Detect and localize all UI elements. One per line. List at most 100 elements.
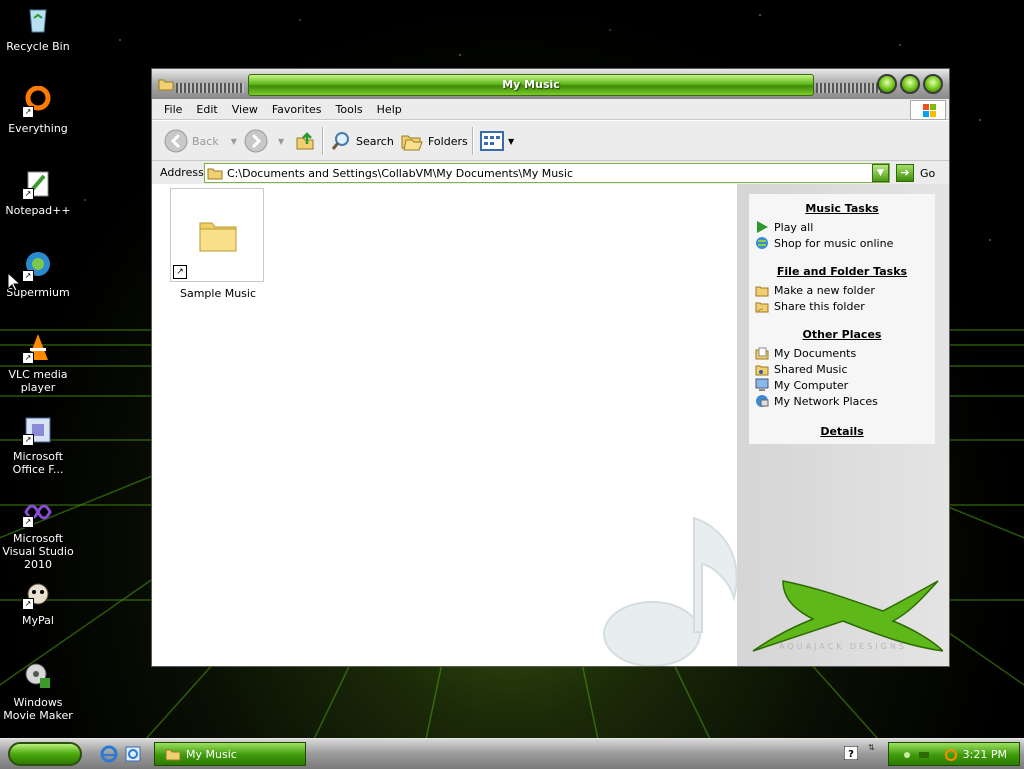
desktop-icon-notepad-plus-plus[interactable]: ↗ Notepad++ — [0, 168, 76, 217]
internet-explorer-icon[interactable] — [100, 745, 118, 763]
go-label: Go — [920, 166, 936, 180]
views-dropdown-icon: ▼ — [508, 136, 515, 146]
task-label: My Network Places — [774, 394, 878, 408]
shortcut-arrow-icon: ↗ — [22, 352, 34, 364]
clock[interactable]: 3:21 PM — [963, 748, 1007, 761]
back-arrow-icon — [164, 129, 188, 153]
task-label: My Documents — [774, 346, 857, 360]
help-icon[interactable]: ? — [843, 745, 859, 763]
minimize-button[interactable] — [877, 74, 897, 94]
computer-icon — [755, 378, 769, 391]
folder-music-icon — [158, 79, 174, 91]
window-title: My Music — [248, 74, 814, 96]
folders-button[interactable]: Folders — [400, 129, 468, 153]
menu-tools[interactable]: Tools — [336, 103, 363, 116]
go-button[interactable]: ➔ Go — [896, 164, 935, 182]
back-button[interactable]: Back ▼ — [164, 129, 237, 153]
place-my-documents[interactable]: My Documents — [749, 345, 935, 361]
task-play-all[interactable]: Play all — [749, 219, 935, 235]
place-my-computer[interactable]: My Computer — [749, 377, 935, 393]
taskbar: My Music ? ⇅ 3:21 PM — [0, 738, 1024, 769]
menu-help[interactable]: Help — [377, 103, 402, 116]
file-folder-tasks-heading[interactable]: File and Folder Tasks — [749, 265, 935, 278]
back-dropdown-icon[interactable]: ▼ — [231, 137, 237, 146]
folder-item-sample-music[interactable]: ↗ Sample Music — [170, 188, 266, 300]
up-folder-button[interactable] — [294, 129, 316, 153]
music-note-watermark-icon — [603, 516, 737, 666]
ie-alt-icon[interactable] — [124, 745, 142, 763]
forward-dropdown-icon[interactable]: ▼ — [278, 137, 284, 146]
place-my-network[interactable]: My Network Places — [749, 393, 935, 409]
desktop-icon-label: VLC media player — [8, 368, 68, 394]
shortcut-arrow-icon: ↗ — [22, 516, 34, 528]
documents-icon — [755, 347, 769, 360]
details-heading[interactable]: Details — [749, 425, 935, 438]
folders-label: Folders — [428, 134, 468, 148]
up-folder-icon — [296, 132, 314, 150]
task-label: Share this folder — [774, 299, 865, 313]
views-button[interactable]: ▼ — [480, 129, 514, 153]
quick-launch — [100, 745, 142, 763]
address-input[interactable]: C:\Documents and Settings\CollabVM\My Do… — [204, 163, 890, 183]
desktop-icon-label: Recycle Bin — [6, 40, 70, 53]
desktop-icon-label: Everything — [8, 122, 68, 135]
title-vents-left — [176, 83, 244, 93]
maximize-button[interactable] — [900, 74, 920, 94]
title-bar[interactable]: My Music — [152, 69, 949, 99]
desktop-icon-everything[interactable]: ↗ Everything — [0, 85, 76, 135]
folder-music-icon — [207, 168, 223, 180]
shortcut-arrow-icon: ↗ — [173, 265, 187, 279]
taskbar-item-my-music[interactable]: My Music — [154, 742, 306, 766]
menu-view[interactable]: View — [232, 103, 258, 116]
other-places-heading[interactable]: Other Places — [749, 328, 935, 341]
file-list-pane[interactable]: ↗ Sample Music — [152, 184, 737, 666]
aquajack-watermark: AQUAJACK DESIGNS — [779, 642, 907, 651]
address-value: C:\Documents and Settings\CollabVM\My Do… — [227, 166, 574, 180]
search-button[interactable]: Search — [330, 129, 394, 153]
task-label: My Computer — [774, 378, 849, 392]
movie-maker-icon — [22, 660, 54, 692]
supermium-icon: ↗ — [22, 250, 54, 282]
task-new-folder[interactable]: Make a new folder — [749, 282, 935, 298]
music-tasks-heading[interactable]: Music Tasks — [749, 202, 935, 215]
desktop-icon-vlc[interactable]: ↗ VLC media player — [0, 332, 76, 394]
address-dropdown-icon[interactable]: ▼ — [872, 164, 889, 182]
xbox-x-logo: AQUAJACK DESIGNS — [752, 580, 943, 652]
start-button[interactable] — [8, 742, 82, 766]
task-label: Shared Music — [774, 362, 848, 376]
toolbar: Back ▼ ▼ Search Folders ▼ — [152, 120, 949, 160]
task-panel: Music Tasks Play all Shop for music onli… — [749, 194, 935, 444]
mouse-cursor-icon — [7, 272, 21, 292]
shortcut-arrow-icon: ↗ — [22, 270, 34, 282]
desktop-icon-mypal[interactable]: ↗ MyPal — [0, 578, 76, 627]
forward-button[interactable]: ▼ — [244, 129, 284, 153]
folder-thumbnail: ↗ — [170, 188, 264, 282]
task-label: Play all — [774, 220, 814, 234]
task-label: Shop for music online — [774, 236, 894, 250]
tray-expand-icon[interactable]: ⇅ — [868, 743, 875, 752]
place-shared-music[interactable]: Shared Music — [749, 361, 935, 377]
menu-file[interactable]: File — [164, 103, 182, 116]
back-label: Back — [192, 134, 219, 148]
menu-edit[interactable]: Edit — [196, 103, 217, 116]
address-label: Address — [160, 166, 204, 179]
task-label: Make a new folder — [774, 283, 875, 297]
folder-label: Sample Music — [179, 287, 257, 300]
desktop-icon-recycle-bin[interactable]: Recycle Bin — [0, 4, 76, 53]
folder-icon — [199, 222, 237, 252]
task-shop-music[interactable]: Shop for music online — [749, 235, 935, 251]
desktop-icon-movie-maker[interactable]: Windows Movie Maker — [0, 660, 76, 722]
task-share-folder[interactable]: Share this folder — [749, 298, 935, 314]
tray-icons — [904, 749, 957, 761]
desktop-icon-office[interactable]: ↗ Microsoft Office F... — [0, 414, 76, 476]
shortcut-arrow-icon: ↗ — [22, 188, 34, 200]
desktop-icon-visual-studio[interactable]: ↗ Microsoft Visual Studio 2010 — [0, 496, 76, 571]
title-vents-right — [816, 83, 884, 93]
shared-music-icon — [755, 365, 769, 376]
everything-icon: ↗ — [22, 85, 54, 118]
close-button[interactable] — [923, 74, 943, 94]
menu-favorites[interactable]: Favorites — [272, 103, 322, 116]
svg-text:?: ? — [848, 749, 854, 760]
folders-icon — [401, 135, 423, 151]
views-icon — [480, 131, 504, 151]
